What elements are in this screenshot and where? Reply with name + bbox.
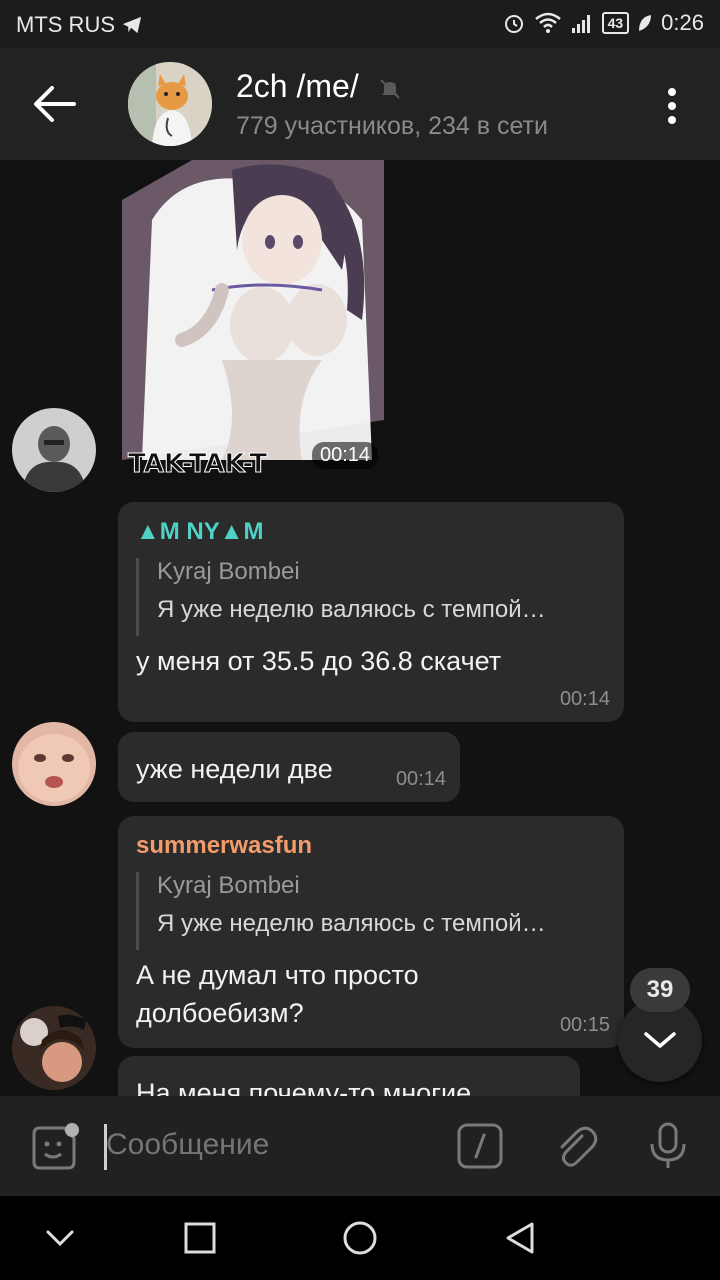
battery-indicator: 43 [601,12,630,34]
slash-command-icon[interactable] [456,1122,504,1170]
avatar[interactable] [12,408,96,492]
sticker-icon[interactable] [28,1122,80,1174]
more-vertical-icon[interactable] [656,86,688,126]
message-bubble[interactable]: summerwasfun Kyraj Bombei Я уже неделю в… [118,816,624,1048]
nav-home-icon[interactable] [340,1218,380,1258]
chat-title: 2ch /me/ [236,68,359,104]
quote-author: Kyraj Bombei [157,872,300,899]
reply-quote[interactable]: Kyraj Bombei Я уже неделю валяюсь с темп… [136,872,546,950]
microphone-icon[interactable] [644,1120,692,1172]
unread-count-badge: 39 [630,968,690,1012]
quote-author: Kyraj Bombei [157,558,300,585]
message-text: На меня почему-то многие [136,1078,472,1096]
carrier-name: MTS RUS [16,12,115,37]
message-bubble[interactable]: На меня почему-то многие [118,1056,580,1096]
message-text: уже недели две [136,754,333,784]
quote-text: Я уже неделю валяюсь с темпой… [157,910,546,937]
leaf-icon [639,15,652,31]
alarm-icon [504,15,523,33]
reply-quote[interactable]: Kyraj Bombei Я уже неделю валяюсь с темп… [136,558,546,636]
message-bubble[interactable]: ▲M NY▲M Kyraj Bombei Я уже неделю валяюс… [118,502,624,722]
telegram-notification-icon [122,16,142,34]
chat-subtitle: 779 участников, 234 в сети [236,112,548,140]
message-text-line: долбоебизм? [136,998,304,1028]
clock: 0:26 [661,10,704,35]
sticker-caption: TAK-TAK-T [128,449,267,479]
anime-sticker-art: TAK-TAK-T [122,160,384,484]
chat-avatar[interactable] [128,62,212,146]
status-bar: MTS RUS 43 0:26 [0,0,720,48]
avatar-photo-image [12,1006,96,1090]
message-text: у меня от 35.5 до 36.8 скачет [136,646,502,676]
nav-recents-icon[interactable] [180,1218,220,1258]
chat-header: 2ch /me/ 779 участников, 234 в сети [0,48,720,160]
nav-back-icon[interactable] [500,1218,540,1258]
message-time: 00:14 [312,442,379,469]
paperclip-icon[interactable] [552,1122,600,1170]
sticker-image[interactable]: TAK-TAK-T 00:14 [122,160,384,484]
avatar[interactable] [12,722,96,806]
arrow-left-icon[interactable] [30,82,78,126]
message-input[interactable] [106,1128,426,1162]
message-bubble[interactable]: уже недели две 00:14 [118,732,460,802]
message-time: 00:14 [395,768,446,790]
avatar-face-image [12,722,96,806]
wifi-icon [534,12,561,33]
system-navigation-bar [0,1196,720,1280]
sender-name[interactable]: ▲M NY▲M [136,518,264,546]
sender-name[interactable]: summerwasfun [136,832,312,860]
message-time: 00:14 [559,688,610,710]
message-text-line: А не думал что просто [136,960,419,990]
nav-collapse-icon[interactable] [40,1218,80,1258]
quote-text: Я уже неделю валяюсь с темпой… [157,596,546,623]
muted-bell-icon [379,78,400,99]
message-text: А не думал что просто долбоебизм? [136,956,419,1032]
message-composer [0,1096,720,1196]
cat-doctor-image [128,62,212,146]
avatar[interactable] [12,1006,96,1090]
message-list[interactable]: TAK-TAK-T 00:14 ▲M NY▲M Kyraj Bombei Я у… [0,160,720,1096]
message-time: 00:15 [559,1014,610,1036]
avatar-warrior-image [12,408,96,492]
signal-icon [571,15,590,33]
chat-title-wrapper[interactable]: 2ch /me/ [236,68,402,105]
